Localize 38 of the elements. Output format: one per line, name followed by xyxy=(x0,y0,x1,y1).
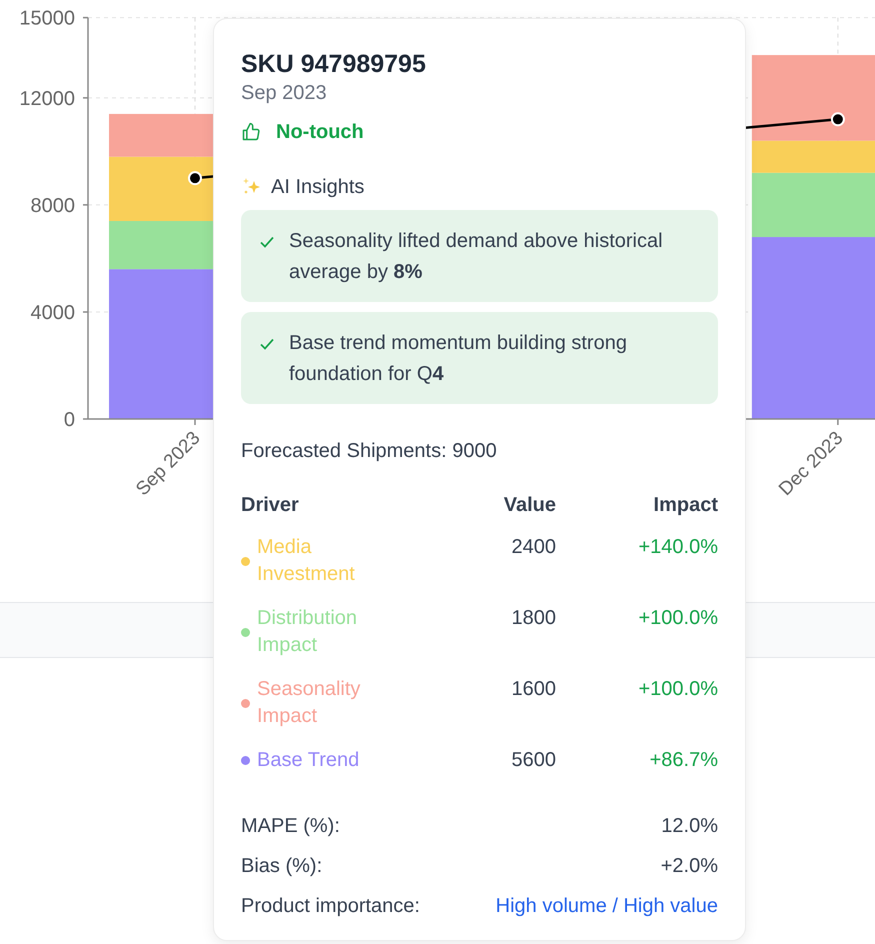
thumbs-up-icon xyxy=(241,122,261,142)
forecast-text: Forecasted Shipments: 9000 xyxy=(241,439,498,463)
metric-value: 12.0% xyxy=(661,814,718,838)
metric-value: +2.0% xyxy=(660,854,718,878)
metric-label: Product importance: xyxy=(241,894,420,918)
driver-value: 2400 xyxy=(512,535,556,560)
column-header: Driver xyxy=(241,493,300,517)
sku-title: SKU 947989795 xyxy=(241,49,427,79)
column-header: Impact xyxy=(654,493,718,517)
status-label: No-touch xyxy=(276,120,364,145)
metric-label: MAPE (%): xyxy=(241,814,340,838)
axis-label: 4000 xyxy=(30,302,75,324)
driver-name: Base Trend xyxy=(257,748,360,773)
metric-link[interactable]: High volume / High value xyxy=(496,894,718,918)
data-point xyxy=(830,112,845,126)
impact-value: +140.0% xyxy=(638,535,718,560)
impact-value: +100.0% xyxy=(638,606,718,631)
axis-label: 15000 xyxy=(19,8,75,30)
driver-name: Seasonality Impact xyxy=(257,677,362,729)
column-header: Value xyxy=(504,493,556,517)
driver-value: 1600 xyxy=(512,677,556,702)
impact-value: +86.7% xyxy=(650,748,718,773)
data-point xyxy=(188,171,202,186)
check-icon xyxy=(259,234,275,250)
axis-label: 8000 xyxy=(30,194,75,217)
driver-value: 5600 xyxy=(512,748,556,773)
insights-heading: AI Insights xyxy=(271,175,364,200)
metric-label: Bias (%): xyxy=(241,854,322,878)
driver-name: Distribution Impact xyxy=(257,606,358,658)
axis-label: 0 xyxy=(64,409,75,431)
axis-label: 12000 xyxy=(19,88,75,110)
insight-text: Base trend momentum building strong foundation for Q4 xyxy=(289,331,628,387)
driver-name: Media Investment xyxy=(257,535,356,587)
impact-value: +100.0% xyxy=(638,677,718,702)
insight-text: Seasonality lifted demand above historical average by 8% xyxy=(289,229,664,285)
check-icon xyxy=(259,336,275,352)
period-label: Sep 2023 xyxy=(241,81,328,105)
driver-value: 1800 xyxy=(512,606,556,631)
